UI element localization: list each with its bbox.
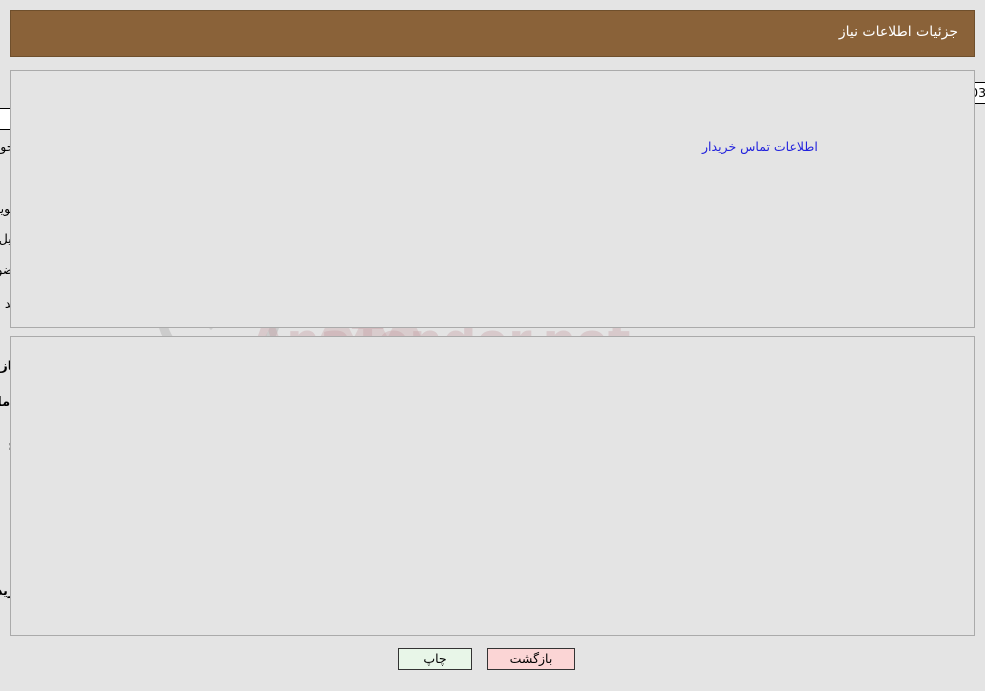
page-header: جزئیات اطلاعات نیاز [10,10,975,57]
details-panel [10,336,975,636]
buyer-contact-link[interactable]: اطلاعات تماس خریدار [702,139,818,154]
page-root: ▲▲▲ AnaTender.net جزئیات اطلاعات نیاز شم… [0,0,985,691]
back-button[interactable]: بازگشت [487,648,575,670]
need-info-panel [10,70,975,328]
page-title: جزئیات اطلاعات نیاز [838,24,958,40]
print-button[interactable]: چاپ [398,648,472,670]
